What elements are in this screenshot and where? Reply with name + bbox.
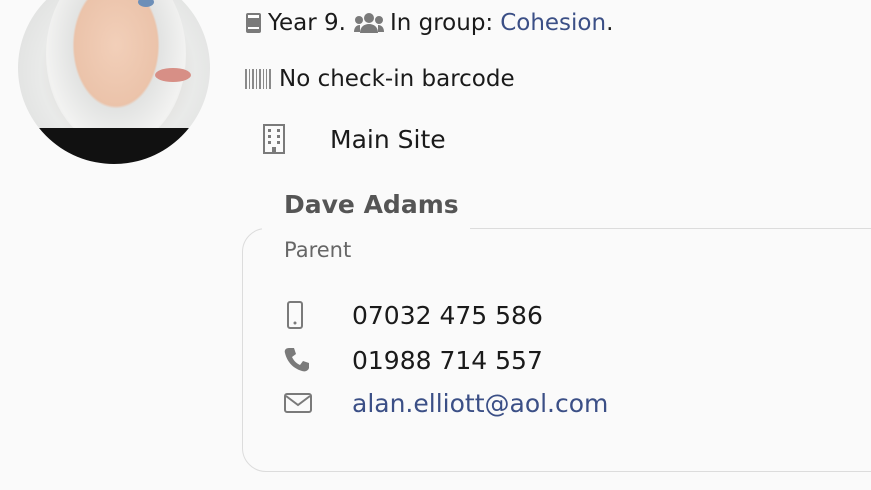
barcode-status: No check-in barcode — [279, 66, 515, 92]
group-prefix: In group: — [389, 10, 494, 36]
envelope-icon — [284, 392, 312, 414]
group-link[interactable]: Cohesion — [500, 10, 606, 36]
contact-card — [242, 228, 871, 472]
phone-number: 01988 714 557 — [352, 345, 543, 375]
contact-name: Dave Adams — [284, 190, 459, 219]
mobile-row: 07032 475 586 — [284, 300, 543, 330]
student-avatar — [18, 0, 210, 164]
mobile-number: 07032 475 586 — [352, 300, 543, 330]
contact-role: Parent — [284, 238, 352, 262]
year-text: Year 9. — [268, 10, 346, 36]
users-icon — [353, 12, 384, 34]
top-cutoff-text — [242, 0, 871, 6]
mobile-icon — [284, 300, 306, 330]
phone-row: 01988 714 557 — [284, 346, 543, 375]
group-suffix: . — [606, 10, 614, 36]
site-name: Main Site — [330, 124, 446, 154]
building-icon — [261, 124, 287, 154]
phone-icon — [284, 346, 310, 374]
book-icon — [242, 11, 264, 35]
email-link[interactable]: alan.elliott@aol.com — [352, 389, 608, 418]
email-row: alan.elliott@aol.com — [284, 389, 608, 418]
barcode-icon — [245, 68, 271, 90]
